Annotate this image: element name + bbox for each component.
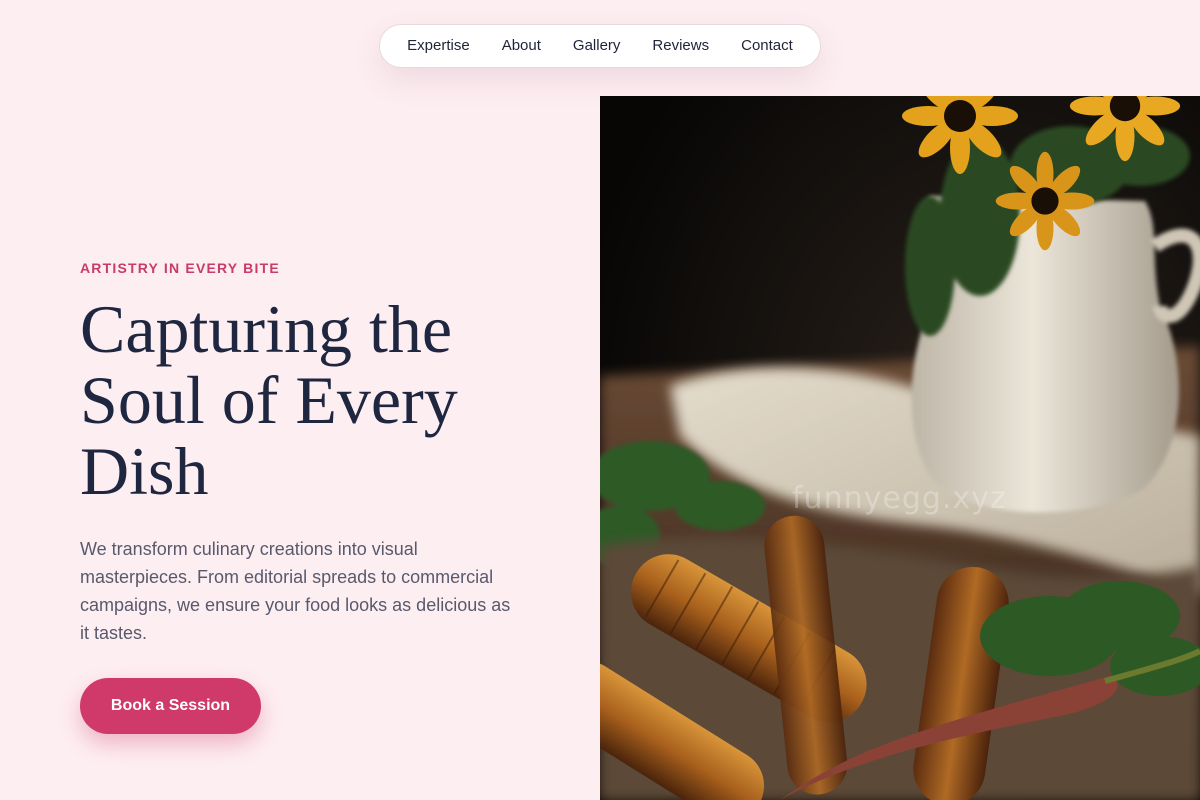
page: Expertise About Gallery Reviews Contact … [0, 0, 1200, 800]
book-session-button[interactable]: Book a Session [80, 678, 261, 734]
nav-item-gallery[interactable]: Gallery [557, 24, 637, 68]
top-nav: Expertise About Gallery Reviews Contact [379, 24, 821, 68]
headline-line-2: Soul of Every [80, 362, 458, 438]
nav-item-contact[interactable]: Contact [725, 24, 809, 68]
food-photo-illustration [600, 96, 1200, 800]
nav-item-about[interactable]: About [486, 24, 557, 68]
headline-line-1: Capturing the [80, 291, 453, 367]
hero-eyebrow: ARTISTRY IN EVERY BITE [80, 260, 280, 276]
hero-headline: Capturing the Soul of Every Dish [80, 294, 540, 507]
nav-item-expertise[interactable]: Expertise [391, 24, 486, 68]
nav-item-reviews[interactable]: Reviews [636, 24, 725, 68]
hero-subtitle: We transform culinary creations into vis… [80, 539, 511, 643]
hero-food-photo: funnyegg.xyz [600, 96, 1200, 800]
headline-line-3: Dish [80, 433, 209, 509]
